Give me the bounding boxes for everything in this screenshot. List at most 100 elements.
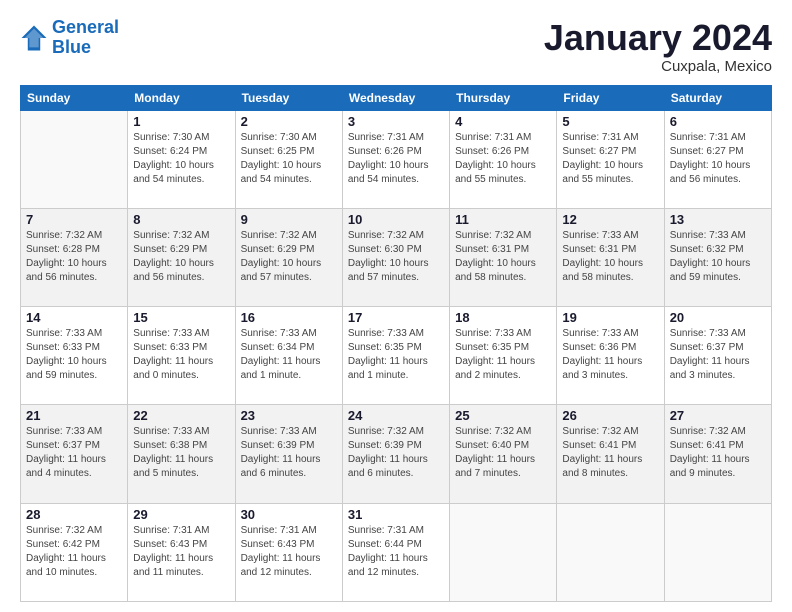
day-info: Sunrise: 7:31 AM Sunset: 6:27 PM Dayligh… xyxy=(670,131,766,187)
day-cell: 22 Sunrise: 7:33 AM Sunset: 6:38 PM Dayli… xyxy=(128,405,235,503)
day-cell: 21Sunrise: 7:33 AM Sunset: 6:37 PM Dayli… xyxy=(21,405,128,503)
day-cell: 6 Sunrise: 7:31 AM Sunset: 6:27 PM Daylig… xyxy=(664,110,771,208)
col-header-friday: Friday xyxy=(557,85,664,110)
day-cell: 13 Sunrise: 7:33 AM Sunset: 6:32 PM Dayli… xyxy=(664,208,771,306)
day-cell xyxy=(21,110,128,208)
day-info: Sunrise: 7:32 AM Sunset: 6:39 PM Dayligh… xyxy=(348,425,444,481)
week-row-1: 7Sunrise: 7:32 AM Sunset: 6:28 PM Daylig… xyxy=(21,208,772,306)
day-number: 2 xyxy=(241,114,337,129)
day-info: Sunrise: 7:32 AM Sunset: 6:41 PM Dayligh… xyxy=(562,425,658,481)
day-cell: 14 Sunrise: 7:33 AM Sunset: 6:33 PM Dayli… xyxy=(21,307,128,405)
day-info: Sunrise: 7:32 AM Sunset: 6:41 PM Dayligh… xyxy=(670,425,766,481)
col-header-saturday: Saturday xyxy=(664,85,771,110)
day-cell: 11Sunrise: 7:32 AM Sunset: 6:31 PM Dayli… xyxy=(450,208,557,306)
calendar-header-row: SundayMondayTuesdayWednesdayThursdayFrid… xyxy=(21,85,772,110)
day-cell: 2 Sunrise: 7:30 AM Sunset: 6:25 PM Daylig… xyxy=(235,110,342,208)
col-header-thursday: Thursday xyxy=(450,85,557,110)
day-number: 1 xyxy=(133,114,229,129)
day-number: 9 xyxy=(241,212,337,227)
calendar-table: SundayMondayTuesdayWednesdayThursdayFrid… xyxy=(20,85,772,602)
day-number: 6 xyxy=(670,114,766,129)
day-number: 8 xyxy=(133,212,229,227)
day-info: Sunrise: 7:33 AM Sunset: 6:33 PM Dayligh… xyxy=(133,327,229,383)
day-cell: 19 Sunrise: 7:33 AM Sunset: 6:36 PM Dayli… xyxy=(557,307,664,405)
col-header-tuesday: Tuesday xyxy=(235,85,342,110)
day-cell: 18 Sunrise: 7:33 AM Sunset: 6:35 PM Dayli… xyxy=(450,307,557,405)
day-number: 3 xyxy=(348,114,444,129)
day-cell xyxy=(450,503,557,601)
day-cell: 31Sunrise: 7:31 AM Sunset: 6:44 PM Dayli… xyxy=(342,503,449,601)
day-info: Sunrise: 7:31 AM Sunset: 6:26 PM Dayligh… xyxy=(455,131,551,187)
col-header-monday: Monday xyxy=(128,85,235,110)
day-number: 5 xyxy=(562,114,658,129)
day-number: 11 xyxy=(455,212,551,227)
day-info: Sunrise: 7:31 AM Sunset: 6:26 PM Dayligh… xyxy=(348,131,444,187)
day-cell: 12 Sunrise: 7:33 AM Sunset: 6:31 PM Dayli… xyxy=(557,208,664,306)
day-cell: 1 Sunrise: 7:30 AM Sunset: 6:24 PM Daylig… xyxy=(128,110,235,208)
day-info: Sunrise: 7:33 AM Sunset: 6:35 PM Dayligh… xyxy=(455,327,551,383)
day-cell: 20 Sunrise: 7:33 AM Sunset: 6:37 PM Dayli… xyxy=(664,307,771,405)
day-cell xyxy=(664,503,771,601)
day-info: Sunrise: 7:30 AM Sunset: 6:25 PM Dayligh… xyxy=(241,131,337,187)
day-number: 30 xyxy=(241,507,337,522)
day-info: Sunrise: 7:32 AM Sunset: 6:40 PM Dayligh… xyxy=(455,425,551,481)
col-header-wednesday: Wednesday xyxy=(342,85,449,110)
day-number: 27 xyxy=(670,408,766,423)
day-cell: 8 Sunrise: 7:32 AM Sunset: 6:29 PM Daylig… xyxy=(128,208,235,306)
day-info: Sunrise: 7:33 AM Sunset: 6:37 PM Dayligh… xyxy=(26,425,122,481)
day-info: Sunrise: 7:33 AM Sunset: 6:38 PM Dayligh… xyxy=(133,425,229,481)
day-cell: 23Sunrise: 7:33 AM Sunset: 6:39 PM Dayli… xyxy=(235,405,342,503)
day-info: Sunrise: 7:33 AM Sunset: 6:33 PM Dayligh… xyxy=(26,327,122,383)
col-header-sunday: Sunday xyxy=(21,85,128,110)
day-cell: 28Sunrise: 7:32 AM Sunset: 6:42 PM Dayli… xyxy=(21,503,128,601)
day-info: Sunrise: 7:30 AM Sunset: 6:24 PM Dayligh… xyxy=(133,131,229,187)
day-number: 4 xyxy=(455,114,551,129)
day-info: Sunrise: 7:33 AM Sunset: 6:39 PM Dayligh… xyxy=(241,425,337,481)
day-number: 15 xyxy=(133,310,229,325)
header: General Blue January 2024 Cuxpala, Mexic… xyxy=(20,18,772,75)
day-cell: 27 Sunrise: 7:32 AM Sunset: 6:41 PM Dayli… xyxy=(664,405,771,503)
week-row-3: 21Sunrise: 7:33 AM Sunset: 6:37 PM Dayli… xyxy=(21,405,772,503)
day-number: 7 xyxy=(26,212,122,227)
day-number: 13 xyxy=(670,212,766,227)
day-info: Sunrise: 7:31 AM Sunset: 6:43 PM Dayligh… xyxy=(133,524,229,580)
day-info: Sunrise: 7:33 AM Sunset: 6:31 PM Dayligh… xyxy=(562,229,658,285)
day-info: Sunrise: 7:33 AM Sunset: 6:35 PM Dayligh… xyxy=(348,327,444,383)
logo-text: General Blue xyxy=(52,18,119,58)
day-number: 22 xyxy=(133,408,229,423)
day-info: Sunrise: 7:31 AM Sunset: 6:44 PM Dayligh… xyxy=(348,524,444,580)
day-cell: 29 Sunrise: 7:31 AM Sunset: 6:43 PM Dayli… xyxy=(128,503,235,601)
day-number: 17 xyxy=(348,310,444,325)
week-row-0: 1 Sunrise: 7:30 AM Sunset: 6:24 PM Daylig… xyxy=(21,110,772,208)
day-cell: 30 Sunrise: 7:31 AM Sunset: 6:43 PM Dayli… xyxy=(235,503,342,601)
day-number: 12 xyxy=(562,212,658,227)
day-info: Sunrise: 7:31 AM Sunset: 6:27 PM Dayligh… xyxy=(562,131,658,187)
title-area: January 2024 Cuxpala, Mexico xyxy=(544,18,772,75)
day-cell: 26Sunrise: 7:32 AM Sunset: 6:41 PM Dayli… xyxy=(557,405,664,503)
day-cell: 17 Sunrise: 7:33 AM Sunset: 6:35 PM Dayli… xyxy=(342,307,449,405)
day-info: Sunrise: 7:33 AM Sunset: 6:37 PM Dayligh… xyxy=(670,327,766,383)
day-number: 20 xyxy=(670,310,766,325)
day-info: Sunrise: 7:31 AM Sunset: 6:43 PM Dayligh… xyxy=(241,524,337,580)
day-number: 29 xyxy=(133,507,229,522)
day-number: 16 xyxy=(241,310,337,325)
logo-line1: General xyxy=(52,17,119,37)
logo-line2: Blue xyxy=(52,37,91,57)
day-cell: 25 Sunrise: 7:32 AM Sunset: 6:40 PM Dayli… xyxy=(450,405,557,503)
day-cell: 16Sunrise: 7:33 AM Sunset: 6:34 PM Dayli… xyxy=(235,307,342,405)
day-cell: 24Sunrise: 7:32 AM Sunset: 6:39 PM Dayli… xyxy=(342,405,449,503)
day-cell: 9Sunrise: 7:32 AM Sunset: 6:29 PM Daylig… xyxy=(235,208,342,306)
day-info: Sunrise: 7:33 AM Sunset: 6:32 PM Dayligh… xyxy=(670,229,766,285)
day-cell: 15 Sunrise: 7:33 AM Sunset: 6:33 PM Dayli… xyxy=(128,307,235,405)
logo-icon xyxy=(20,24,48,52)
day-info: Sunrise: 7:33 AM Sunset: 6:36 PM Dayligh… xyxy=(562,327,658,383)
main-title: January 2024 xyxy=(544,18,772,58)
day-info: Sunrise: 7:32 AM Sunset: 6:29 PM Dayligh… xyxy=(133,229,229,285)
day-cell xyxy=(557,503,664,601)
day-cell: 5 Sunrise: 7:31 AM Sunset: 6:27 PM Daylig… xyxy=(557,110,664,208)
day-number: 19 xyxy=(562,310,658,325)
day-number: 14 xyxy=(26,310,122,325)
day-number: 18 xyxy=(455,310,551,325)
day-number: 25 xyxy=(455,408,551,423)
week-row-4: 28Sunrise: 7:32 AM Sunset: 6:42 PM Dayli… xyxy=(21,503,772,601)
